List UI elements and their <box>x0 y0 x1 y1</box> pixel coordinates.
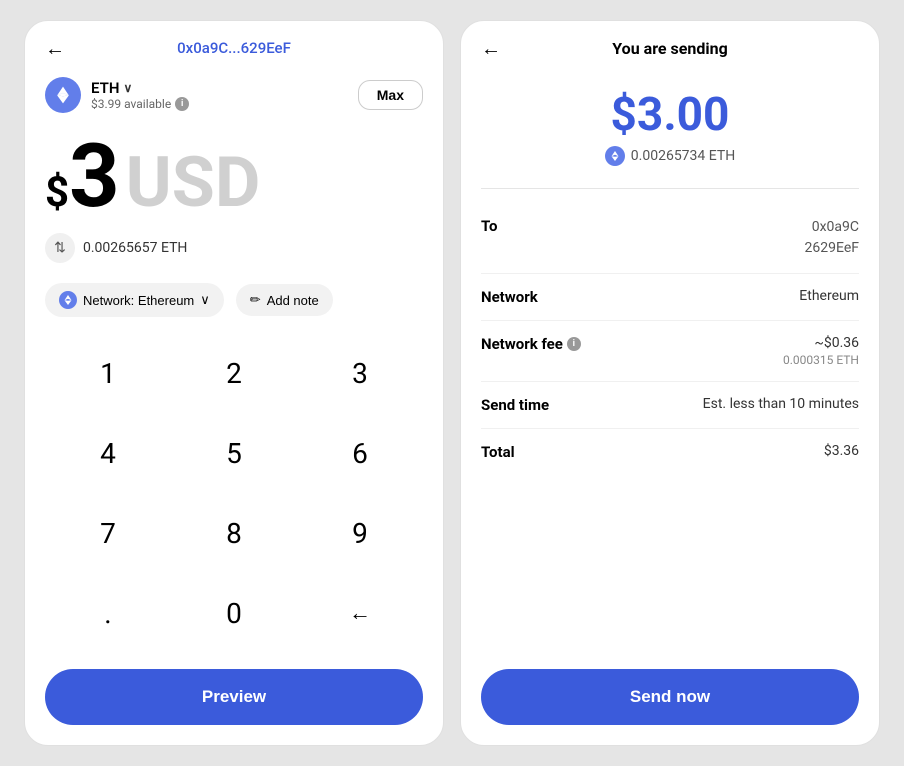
swap-icon[interactable]: ⇅ <box>45 233 75 263</box>
sending-usd: $3.00 <box>481 88 859 142</box>
total-row: Total $3.36 <box>481 429 859 475</box>
key-5[interactable]: 5 <box>171 413 297 493</box>
total-label: Total <box>481 443 515 461</box>
to-label: To <box>481 217 498 235</box>
key-4[interactable]: 4 <box>45 413 171 493</box>
keypad: 1 2 3 4 5 6 7 8 9 . 0 ← <box>25 329 443 657</box>
token-available: $3.99 available i <box>91 97 189 111</box>
fee-value: ~$0.36 0.000315 ETH <box>783 335 859 367</box>
eth-equiv-text: 0.00265657 ETH <box>83 240 187 256</box>
key-0[interactable]: 0 <box>171 573 297 653</box>
send-time-value: Est. less than 10 minutes <box>703 396 859 412</box>
token-info: ETH ∨ $3.99 available i <box>45 77 189 113</box>
amount-number: 3 <box>69 133 120 221</box>
max-button[interactable]: Max <box>358 80 423 110</box>
amount-display: $ 3 USD <box>25 123 443 225</box>
sending-eth: 0.00265734 ETH <box>481 146 859 166</box>
key-2[interactable]: 2 <box>171 333 297 413</box>
token-chevron-icon: ∨ <box>123 81 132 95</box>
network-chevron-icon: ∨ <box>200 292 210 308</box>
send-time-label: Send time <box>481 396 549 414</box>
right-header: ← You are sending <box>461 21 879 68</box>
key-6[interactable]: 6 <box>297 413 423 493</box>
network-button[interactable]: Network: Ethereum ∨ <box>45 283 224 317</box>
eth-icon <box>45 77 81 113</box>
wallet-address: 0x0a9C...629EeF <box>177 39 291 57</box>
network-detail-value: Ethereum <box>799 288 859 304</box>
left-back-button[interactable]: ← <box>45 36 65 61</box>
action-row: Network: Ethereum ∨ ✏ Add note <box>25 271 443 329</box>
currency-label: USD <box>126 148 261 218</box>
key-9[interactable]: 9 <box>297 493 423 573</box>
right-back-button[interactable]: ← <box>481 36 501 61</box>
token-name-row: ETH ∨ $3.99 available i <box>91 79 189 111</box>
token-row: ETH ∨ $3.99 available i Max <box>25 67 443 123</box>
eth-equivalent-row: ⇅ 0.00265657 ETH <box>25 225 443 271</box>
fee-label: Network fee i <box>481 335 581 353</box>
network-eth-icon <box>59 291 77 309</box>
send-now-button[interactable]: Send now <box>481 669 859 725</box>
fee-row: Network fee i ~$0.36 0.000315 ETH <box>481 321 859 382</box>
divider <box>481 188 859 189</box>
right-title: You are sending <box>612 39 727 58</box>
key-7[interactable]: 7 <box>45 493 171 573</box>
key-backspace[interactable]: ← <box>297 573 423 653</box>
to-row: To 0x0a9C 2629EeF <box>481 203 859 274</box>
key-dot[interactable]: . <box>45 573 171 653</box>
available-info-icon[interactable]: i <box>175 97 189 111</box>
details-section: To 0x0a9C 2629EeF Network Ethereum Netwo… <box>461 203 879 657</box>
dollar-sign: $ <box>45 172 69 214</box>
token-name[interactable]: ETH ∨ <box>91 79 189 97</box>
sending-amount: $3.00 0.00265734 ETH <box>461 68 879 174</box>
screens-container: ← 0x0a9C...629EeF ETH ∨ $3.99 available … <box>0 0 904 766</box>
network-row: Network Ethereum <box>481 274 859 321</box>
key-3[interactable]: 3 <box>297 333 423 413</box>
preview-button[interactable]: Preview <box>45 669 423 725</box>
add-note-button[interactable]: ✏ Add note <box>236 284 333 316</box>
right-screen: ← You are sending $3.00 0.00265734 ETH T… <box>460 20 880 746</box>
total-value: $3.36 <box>824 443 859 459</box>
fee-info-icon[interactable]: i <box>567 337 581 351</box>
add-note-label: Add note <box>267 293 319 308</box>
left-screen: ← 0x0a9C...629EeF ETH ∨ $3.99 available … <box>24 20 444 746</box>
pencil-icon: ✏ <box>250 292 261 308</box>
left-header: ← 0x0a9C...629EeF <box>25 21 443 67</box>
key-1[interactable]: 1 <box>45 333 171 413</box>
sending-eth-icon <box>605 146 625 166</box>
send-time-row: Send time Est. less than 10 minutes <box>481 382 859 429</box>
to-address: 0x0a9C 2629EeF <box>805 217 859 259</box>
network-label: Network: Ethereum <box>83 293 194 308</box>
key-8[interactable]: 8 <box>171 493 297 573</box>
network-detail-label: Network <box>481 288 538 306</box>
